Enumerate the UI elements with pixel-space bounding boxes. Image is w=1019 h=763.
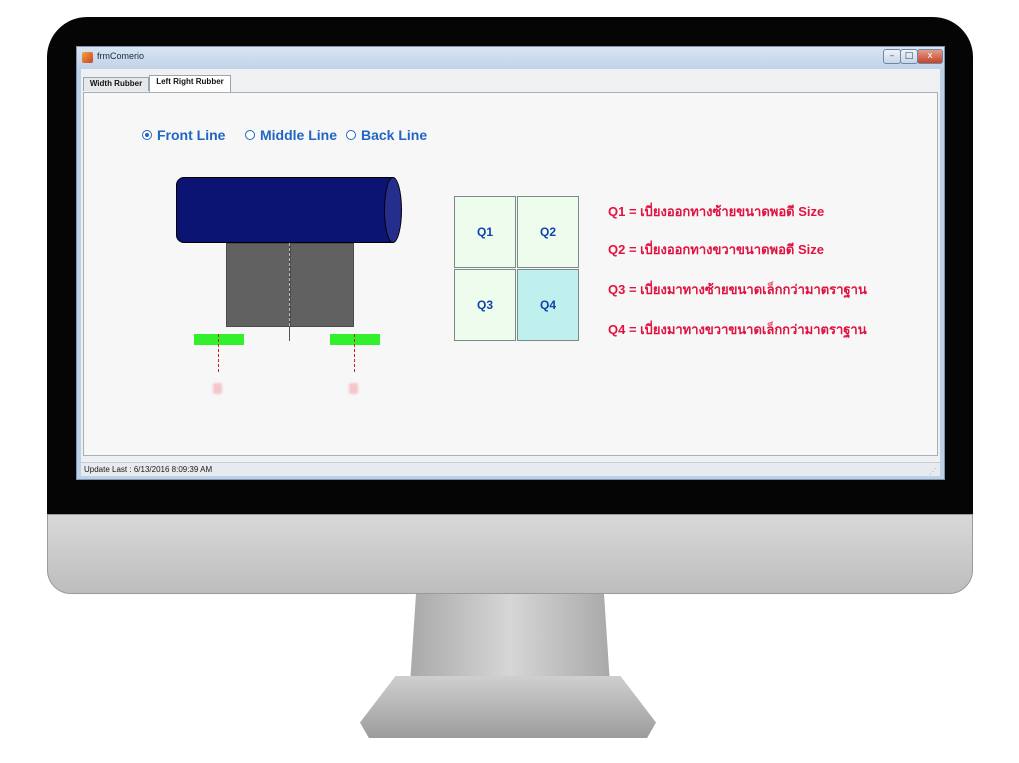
offset-line-right xyxy=(354,334,355,372)
rubber-strip-left xyxy=(194,334,244,345)
title-bar: frmComerio – □ x xyxy=(77,47,944,69)
tab-page-left-right-rubber: Front Line Middle Line Back Line Q1 Q2 Q… xyxy=(83,92,938,456)
quadrant-q3: Q3 xyxy=(454,269,516,341)
radio-unselected-icon xyxy=(346,130,356,141)
center-line-tick xyxy=(289,327,290,341)
maximize-button[interactable]: □ xyxy=(900,49,918,64)
resize-grip-icon[interactable]: ⋰ xyxy=(929,465,937,478)
radio-middle-line[interactable]: Middle Line xyxy=(245,127,337,143)
radio-label: Back Line xyxy=(361,127,428,143)
window-client-area: Width Rubber Left Right Rubber Front Lin… xyxy=(81,69,940,476)
status-update-label: Update Last : xyxy=(84,465,132,474)
rubber-block-left xyxy=(226,243,290,327)
rubber-block-right xyxy=(290,243,354,327)
radio-back-line[interactable]: Back Line xyxy=(346,127,427,143)
rubber-strip-right xyxy=(330,334,380,345)
radio-label: Front Line xyxy=(157,127,226,143)
monitor-stand xyxy=(410,594,610,684)
app-icon xyxy=(82,52,93,63)
tab-width-rubber[interactable]: Width Rubber xyxy=(83,77,149,91)
legend-q3: Q3 = เบี่ยงมาทางซ้ายขนาดเล็กกว่ามาตราฐาน xyxy=(608,282,867,297)
monitor-chin xyxy=(47,514,973,594)
status-bar: Update Last : 6/13/2016 8:09:39 AM ⋰ xyxy=(81,462,940,476)
offset-marker-right xyxy=(349,383,358,394)
radio-selected-icon xyxy=(142,130,152,141)
window-title: frmComerio xyxy=(97,51,145,61)
monitor-base xyxy=(360,676,656,738)
legend-q1: Q1 = เบี่ยงออกทางซ้ายขนาดพอดี Size xyxy=(608,204,825,219)
quadrant-q1: Q1 xyxy=(454,196,516,268)
tab-left-right-rubber[interactable]: Left Right Rubber xyxy=(149,75,231,92)
radio-label: Middle Line xyxy=(260,127,337,143)
status-update-time: 6/13/2016 8:09:39 AM xyxy=(133,465,213,474)
radio-unselected-icon xyxy=(245,130,255,141)
radio-front-line[interactable]: Front Line xyxy=(142,127,225,143)
quadrant-q2: Q2 xyxy=(517,196,579,268)
legend-q2: Q2 = เบี่ยงออกทางขวาขนาดพอดี Size xyxy=(608,242,824,257)
roller-cylinder-end xyxy=(384,177,402,243)
quadrant-q4: Q4 xyxy=(517,269,579,341)
legend-q4: Q4 = เบี่ยงมาทางขวาขนาดเล็กกว่ามาตราฐาน xyxy=(608,322,867,337)
offset-line-left xyxy=(218,334,219,372)
app-window: frmComerio – □ x Width Rubber Left Right… xyxy=(76,46,945,480)
offset-marker-left xyxy=(213,383,222,394)
minimize-button[interactable]: – xyxy=(883,49,901,64)
close-button[interactable]: x xyxy=(917,49,943,64)
roller-cylinder xyxy=(176,177,394,243)
